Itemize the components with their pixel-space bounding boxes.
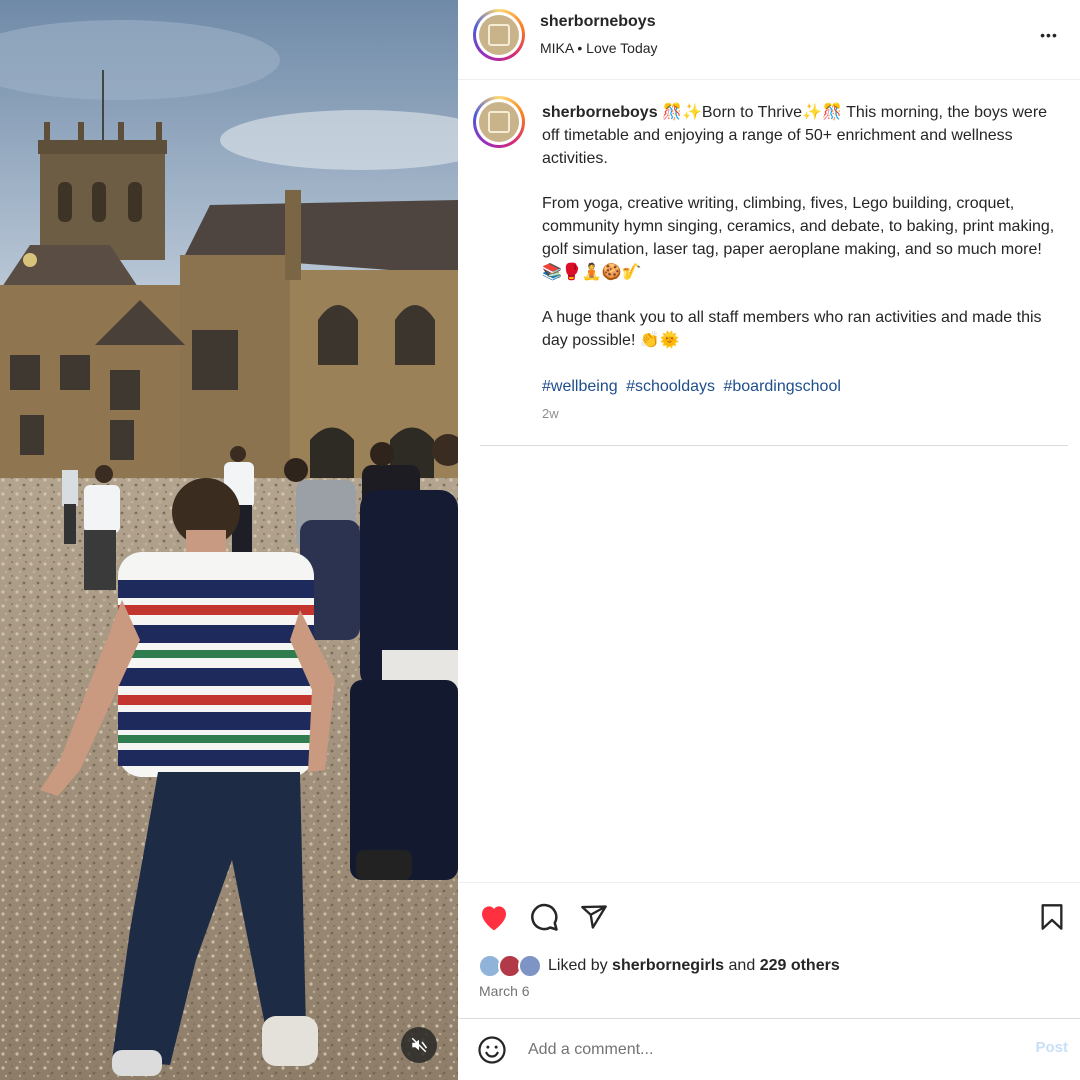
emoji-icon	[478, 1036, 506, 1064]
author-avatar[interactable]	[473, 9, 525, 61]
mute-toggle-button[interactable]	[401, 1027, 437, 1063]
bookmark-icon	[1041, 904, 1063, 930]
avatar	[518, 954, 542, 978]
post-comment-button[interactable]: Post	[1035, 1039, 1068, 1056]
post-header: sherborneboys MIKA • Love Today •••	[458, 0, 1080, 80]
audio-attribution[interactable]: MIKA • Love Today	[540, 40, 658, 56]
liker-username[interactable]: sherbornegirls	[612, 957, 724, 974]
post-caption: sherborneboys 🎊✨Born to Thrive✨🎊 This mo…	[542, 102, 1057, 421]
like-button[interactable]	[476, 899, 512, 935]
post-sidebar: sherborneboys MIKA • Love Today ••• sher…	[458, 0, 1080, 1080]
comment-icon	[531, 903, 558, 931]
caption-hashtags: #wellbeing #schooldays #boardingschool	[542, 376, 1057, 399]
divider	[480, 445, 1068, 446]
hashtag-link[interactable]: #schooldays	[626, 378, 715, 395]
liked-by-label: Liked by	[548, 957, 608, 974]
audio-artist[interactable]: MIKA	[540, 40, 573, 56]
school-crest-icon	[479, 102, 519, 142]
send-icon	[581, 905, 607, 929]
audio-separator: •	[577, 40, 583, 56]
caption-author-avatar[interactable]	[473, 96, 525, 148]
post-date[interactable]: March 6	[479, 983, 530, 999]
school-crest-icon	[479, 15, 519, 55]
caption-paragraph-2: From yoga, creative writing, climbing, f…	[542, 195, 1055, 281]
liked-by-text: Liked by sherbornegirls and 229 others	[548, 957, 840, 975]
save-button[interactable]	[1034, 899, 1070, 935]
post-actions: Liked by sherbornegirls and 229 others M…	[458, 882, 1080, 1018]
likes-summary: Liked by sherbornegirls and 229 others	[478, 954, 840, 978]
likes-count[interactable]: 229 others	[760, 957, 840, 974]
speaker-muted-icon	[411, 1037, 428, 1053]
hashtag-link[interactable]: #boardingschool	[723, 378, 840, 395]
heart-filled-icon	[482, 906, 506, 931]
liked-and-label: and	[728, 957, 756, 974]
hashtag-link[interactable]: #wellbeing	[542, 378, 618, 395]
comment-input[interactable]	[528, 1037, 988, 1063]
comment-button[interactable]	[526, 899, 562, 935]
more-icon: •••	[1040, 27, 1058, 43]
emoji-button[interactable]	[476, 1034, 508, 1066]
post-photo	[0, 0, 458, 1080]
more-options-button[interactable]: •••	[1036, 22, 1062, 48]
post-media[interactable]	[0, 0, 458, 1080]
caption-paragraph-3: A huge thank you to all staff members wh…	[542, 309, 1042, 349]
audio-track[interactable]: Love Today	[586, 40, 657, 56]
comment-composer: Post	[458, 1018, 1080, 1080]
share-button[interactable]	[576, 899, 612, 935]
author-username[interactable]: sherborneboys	[540, 13, 656, 31]
caption-author-username[interactable]: sherborneboys	[542, 104, 658, 121]
caption-timestamp[interactable]: 2w	[542, 406, 559, 421]
liker-avatars[interactable]	[478, 954, 544, 978]
